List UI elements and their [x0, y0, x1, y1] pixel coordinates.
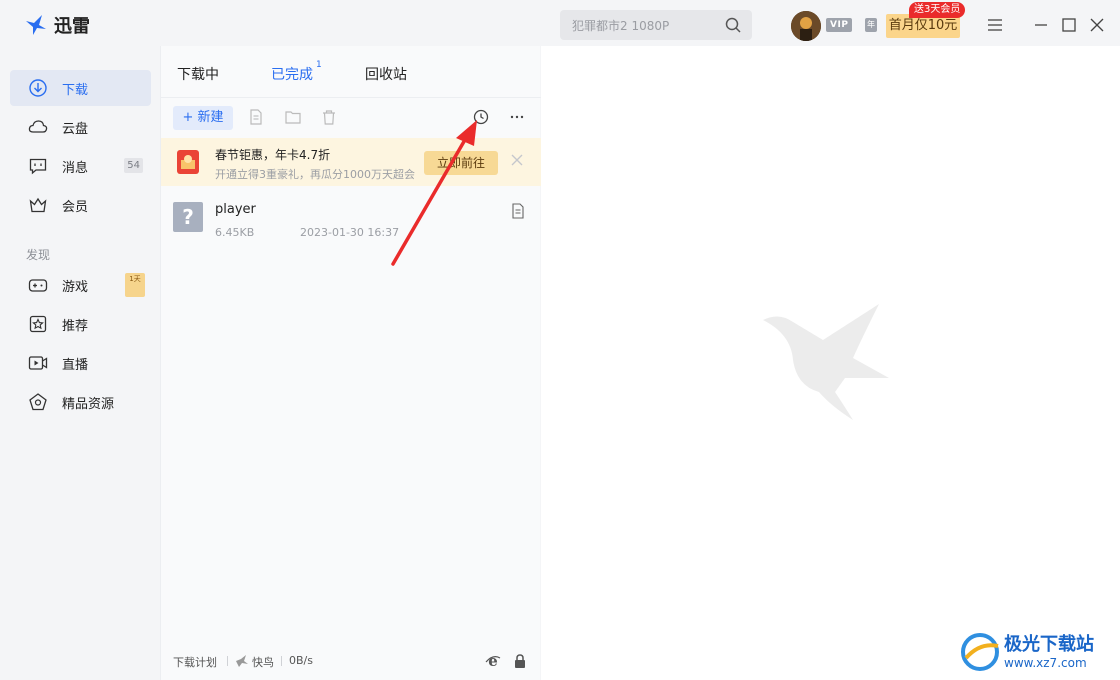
completed-count: 1	[316, 60, 322, 70]
gem-icon	[29, 393, 47, 411]
sidebar: 下载 云盘 消息 54 会员 发现 游戏 1天 推荐 直播 精品资源	[0, 50, 160, 680]
ie-browser-icon[interactable]: e	[485, 653, 501, 669]
file-details-icon[interactable]	[511, 203, 525, 219]
divider	[281, 656, 282, 666]
sidebar-item-label: 推荐	[62, 319, 89, 334]
sidebar-item-label: 会员	[62, 200, 89, 215]
file-icon[interactable]	[247, 108, 265, 126]
search-icon[interactable]	[724, 16, 742, 34]
download-plan-button[interactable]: 下载计划	[173, 654, 217, 670]
discover-section-title: 发现	[26, 248, 51, 262]
promo-tag: 送3天会员	[909, 2, 966, 18]
sidebar-item-label: 云盘	[62, 122, 89, 137]
sidebar-item-premium-resources[interactable]: 精品资源	[10, 384, 151, 420]
avatar-image	[791, 11, 821, 41]
live-icon	[28, 356, 48, 370]
more-icon[interactable]	[508, 108, 526, 126]
app-logo: 迅雷	[24, 12, 90, 38]
banner-close-icon[interactable]	[510, 153, 524, 167]
tab-completed[interactable]: 已完成1	[271, 60, 322, 84]
download-speed: 0B/s	[289, 654, 313, 667]
sidebar-item-label: 精品资源	[62, 397, 115, 412]
search-box[interactable]: 犯罪都市2 1080P	[560, 10, 752, 40]
game-promo-tag: 1天	[125, 273, 145, 297]
download-tabs: 下载中 已完成1 回收站	[161, 46, 541, 98]
sidebar-item-label: 游戏	[62, 280, 89, 295]
sidebar-item-recommend[interactable]: 推荐	[10, 306, 151, 342]
status-bar: 下载计划 快鸟 0B/s e	[161, 646, 541, 674]
download-icon	[29, 79, 47, 97]
message-count-badge: 54	[124, 158, 143, 173]
download-list-panel: 下载中 已完成1 回收站 + 新建 春节钜惠，年卡4.7折 开通立得3重豪礼，再…	[160, 46, 541, 680]
lock-icon[interactable]	[513, 653, 527, 669]
watermark-url: www.xz7.com	[1004, 656, 1087, 670]
unknown-file-icon: ?	[173, 202, 203, 232]
sidebar-item-label: 消息	[62, 161, 89, 176]
promo-banner: 春节钜惠，年卡4.7折 开通立得3重豪礼，再瓜分1000万天超会 立即前往	[161, 138, 541, 186]
star-icon	[29, 315, 47, 333]
detail-panel	[541, 46, 1120, 680]
tab-completed-label: 已完成	[271, 67, 313, 83]
sidebar-item-download[interactable]: 下载	[10, 70, 151, 106]
new-task-button[interactable]: + 新建	[173, 106, 233, 130]
year-badge: 年	[865, 18, 877, 32]
fast-bird-icon	[236, 655, 248, 667]
sidebar-item-member[interactable]: 会员	[10, 187, 151, 223]
file-name: player	[215, 202, 256, 217]
sidebar-item-live[interactable]: 直播	[10, 345, 151, 381]
watermark-logo-icon	[961, 633, 999, 671]
toolbar: + 新建	[161, 98, 541, 138]
gamepad-icon	[28, 279, 48, 292]
search-input[interactable]: 犯罪都市2 1080P	[572, 17, 669, 34]
list-item[interactable]: ? player 6.45KB 2023-01-30 16:37	[161, 194, 541, 248]
banner-title: 春节钜惠，年卡4.7折	[215, 148, 331, 162]
divider	[227, 656, 228, 666]
file-size: 6.45KB	[215, 226, 255, 239]
fast-bird-mode[interactable]: 快鸟	[252, 654, 274, 670]
menu-icon[interactable]	[984, 14, 1006, 36]
gift-icon	[177, 150, 199, 174]
xunlei-bird-icon	[26, 15, 46, 35]
crown-icon	[29, 197, 47, 213]
sidebar-item-games[interactable]: 游戏 1天	[10, 267, 151, 303]
watermark-title: 极光下载站	[1004, 634, 1094, 655]
maximize-icon[interactable]	[1058, 14, 1080, 36]
cloud-icon	[28, 120, 48, 133]
title-bar: 迅雷 犯罪都市2 1080P VIP 年 首月仅10元 送3天会员	[0, 0, 1120, 50]
app-name: 迅雷	[54, 16, 90, 37]
site-watermark: 极光下载站 www.xz7.com	[960, 630, 1110, 674]
avatar[interactable]	[791, 11, 821, 41]
banner-go-button[interactable]: 立即前往	[424, 151, 498, 175]
svg-text:e: e	[488, 653, 498, 669]
xunlei-bird-watermark-icon	[763, 304, 889, 420]
clock-icon[interactable]	[472, 108, 490, 126]
folder-icon[interactable]	[284, 108, 302, 126]
close-icon[interactable]	[1086, 14, 1108, 36]
message-icon	[29, 158, 47, 175]
tab-downloading[interactable]: 下载中	[177, 64, 219, 84]
file-date: 2023-01-30 16:37	[300, 226, 400, 239]
vip-badge: VIP	[826, 18, 853, 32]
sidebar-item-label: 下载	[62, 83, 89, 98]
sidebar-item-messages[interactable]: 消息 54	[10, 148, 151, 184]
minimize-icon[interactable]	[1030, 14, 1052, 36]
sidebar-item-label: 直播	[62, 358, 89, 373]
sidebar-item-cloud[interactable]: 云盘	[10, 109, 151, 145]
trash-icon[interactable]	[320, 108, 338, 126]
tab-recycle-bin[interactable]: 回收站	[365, 64, 407, 84]
banner-subtitle: 开通立得3重豪礼，再瓜分1000万天超会	[215, 168, 415, 181]
